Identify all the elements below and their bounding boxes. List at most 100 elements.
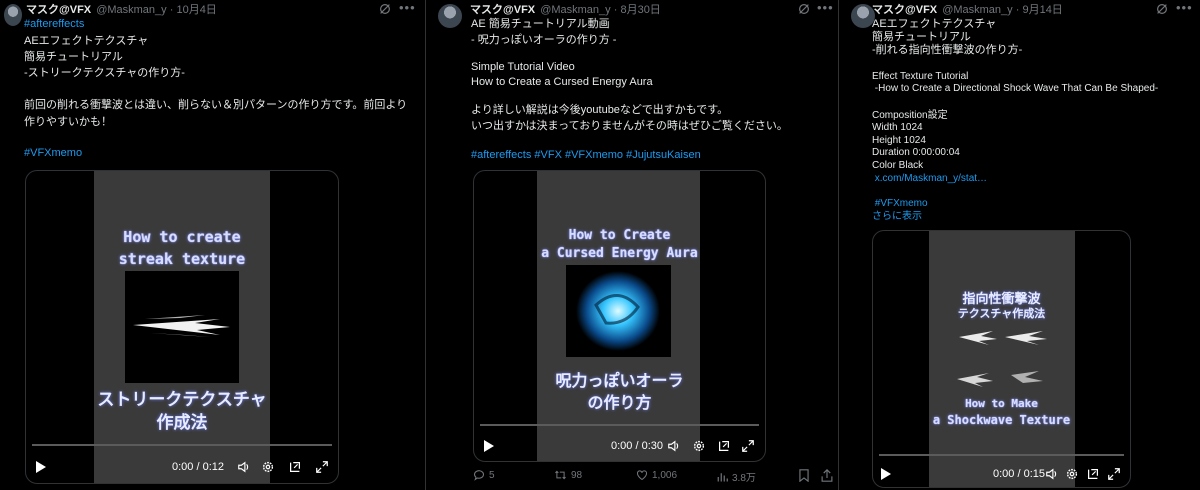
tweet-line: より詳しい解説は今後youtubeなどで出すかもです。 <box>471 104 729 116</box>
video-title-jp-1: ストリークテクスチャ <box>97 390 267 410</box>
separator-dot: · <box>169 4 174 16</box>
tweet-line: Duration 0:00:00:04 <box>872 147 960 158</box>
repost-button[interactable]: 98 <box>554 469 582 481</box>
grok-icon[interactable] <box>1155 2 1169 16</box>
picture-in-picture-icon[interactable] <box>1086 467 1100 481</box>
like-button[interactable]: 1,006 <box>636 469 677 481</box>
video-time: 0:00 / 0:30 <box>611 440 663 452</box>
tweet-line: 簡易チュートリアル <box>872 31 971 43</box>
heart-icon <box>636 470 648 481</box>
play-button[interactable] <box>484 440 494 452</box>
video-title-en-2: streak texture <box>118 250 246 268</box>
display-name[interactable]: マスク@VFX <box>872 4 937 16</box>
tweet-2[interactable]: マスク@VFX @Maskman_y · 8月30日 ••• AE 簡易チュート… <box>425 0 838 490</box>
video-title-en-2: a Shockwave Texture <box>932 413 1071 427</box>
volume-icon[interactable] <box>667 439 681 453</box>
avatar[interactable] <box>438 4 462 28</box>
user-handle[interactable]: @Maskman_y <box>96 4 166 16</box>
views-button[interactable]: 3.8万 <box>716 469 756 484</box>
tweet-line: いつ出すかは決まっておりませんがその時はぜひご覧ください。 <box>471 120 788 132</box>
video-player[interactable]: How to create streak texture ストリークテクスチャ … <box>25 170 339 484</box>
more-icon[interactable]: ••• <box>1176 0 1193 15</box>
volume-icon[interactable] <box>1045 467 1059 481</box>
fullscreen-icon[interactable] <box>741 439 755 453</box>
reply-count: 5 <box>489 469 495 481</box>
video-thumbnail-panel <box>125 271 239 383</box>
picture-in-picture-icon[interactable] <box>717 439 731 453</box>
more-icon[interactable]: ••• <box>817 0 834 15</box>
tweet-link[interactable]: x.com/Maskman_y/stat… <box>872 172 987 185</box>
play-button[interactable] <box>881 468 891 480</box>
settings-gear-icon[interactable] <box>1065 467 1079 481</box>
hashtag-vfxmemo[interactable]: #VFXmemo <box>24 147 82 160</box>
reply-icon <box>473 470 485 481</box>
fullscreen-icon[interactable] <box>315 460 329 474</box>
video-player[interactable]: 指向性衝撃波 テクスチャ作成法 How to Make a Shockwave … <box>872 230 1131 488</box>
tweet-line: 簡易チュートリアル <box>24 51 123 63</box>
display-name[interactable]: マスク@VFX <box>26 4 91 16</box>
video-title-en-1: How to create <box>123 228 241 246</box>
settings-gear-icon[interactable] <box>692 439 706 453</box>
tweet-line: AE 簡易チュートリアル動画 <box>471 18 610 30</box>
tweet-date[interactable]: 10月4日 <box>176 4 216 16</box>
separator-dot: · <box>1015 4 1020 16</box>
video-title-jp-2: の作り方 <box>587 393 652 412</box>
settings-gear-icon[interactable] <box>261 460 275 474</box>
tweet-line: - 呪力っぽいオーラの作り方 - <box>471 34 617 46</box>
video-title-en-1: How to Make <box>965 397 1038 410</box>
video-progress-bar[interactable] <box>480 424 759 426</box>
repost-count: 98 <box>571 469 583 481</box>
video-title-en-1: How to Create <box>568 228 671 243</box>
video-time: 0:00 / 0:15 <box>993 468 1045 480</box>
video-time: 0:00 / 0:12 <box>172 461 224 473</box>
tweet-1[interactable]: マスク@VFX @Maskman_y · 10月4日 ••• #aftereff… <box>0 0 425 490</box>
user-handle[interactable]: @Maskman_y <box>942 4 1012 16</box>
grok-icon[interactable] <box>378 2 392 16</box>
shockwave-graphic <box>957 331 1047 387</box>
repost-icon <box>555 470 566 480</box>
video-title-jp-2: 作成法 <box>156 413 208 433</box>
video-progress-bar[interactable] <box>879 454 1124 456</box>
video-progress-bar[interactable] <box>32 444 332 446</box>
tweet-header: マスク@VFX @Maskman_y · 8月30日 <box>470 3 661 17</box>
tweet-body: 前回の削れる衝撃波とは違い、削らない＆別パターンの作り方です。前回より作りやすい… <box>24 99 408 128</box>
avatar[interactable] <box>4 4 22 26</box>
tweet-line: -削れる指向性衝撃波の作り方- <box>872 44 1023 56</box>
more-icon[interactable]: ••• <box>399 0 416 15</box>
video-title-en-2: a Cursed Energy Aura <box>541 246 698 261</box>
aura-graphic <box>576 271 660 351</box>
view-count: 3.8万 <box>732 473 756 484</box>
volume-icon[interactable] <box>237 460 251 474</box>
hashtag-aftereffects[interactable]: #aftereffects <box>24 18 84 31</box>
user-handle[interactable]: @Maskman_y <box>540 4 610 16</box>
separator-dot: · <box>613 4 618 16</box>
video-player[interactable]: How to Create a Cursed Energy Aura 呪力っぽい… <box>473 170 766 462</box>
tweet-date[interactable]: 8月30日 <box>620 4 660 16</box>
play-icon <box>881 468 891 480</box>
tweet-line: AEエフェクトテクスチャ <box>24 35 149 47</box>
tweet-header: マスク@VFX @Maskman_y · 10月4日 <box>26 3 217 17</box>
tweet-line: AEエフェクトテクスチャ <box>872 18 997 30</box>
video-title-jp-2: テクスチャ作成法 <box>957 307 1046 320</box>
bookmark-icon[interactable] <box>798 469 810 482</box>
tweet-line: Width 1024 <box>872 122 923 133</box>
tweet-3[interactable]: マスク@VFX @Maskman_y · 9月14日 ••• AEエフェクトテク… <box>838 0 1200 490</box>
hashtags[interactable]: #aftereffects #VFX #VFXmemo #JujutsuKais… <box>471 149 701 162</box>
reply-button[interactable]: 5 <box>473 469 495 481</box>
tweet-line: -How to Create a Directional Shock Wave … <box>872 83 1159 94</box>
fullscreen-icon[interactable] <box>1107 467 1121 481</box>
show-more-link[interactable]: さらに表示 <box>872 210 922 223</box>
display-name[interactable]: マスク@VFX <box>470 4 535 16</box>
video-thumbnail-panel <box>566 265 671 357</box>
share-icon[interactable] <box>821 469 833 482</box>
picture-in-picture-icon[interactable] <box>288 460 302 474</box>
like-count: 1,006 <box>652 469 678 481</box>
play-button[interactable] <box>36 461 46 473</box>
play-icon <box>36 461 46 473</box>
tweet-line: Simple Tutorial Video <box>471 61 575 73</box>
tweet-line: Color Black <box>872 160 924 171</box>
hashtag-vfxmemo[interactable]: #VFXmemo <box>872 197 928 210</box>
tweet-date[interactable]: 9月14日 <box>1022 4 1062 16</box>
video-title-jp-1: 呪力っぽいオーラ <box>555 371 684 390</box>
grok-icon[interactable] <box>797 2 811 16</box>
